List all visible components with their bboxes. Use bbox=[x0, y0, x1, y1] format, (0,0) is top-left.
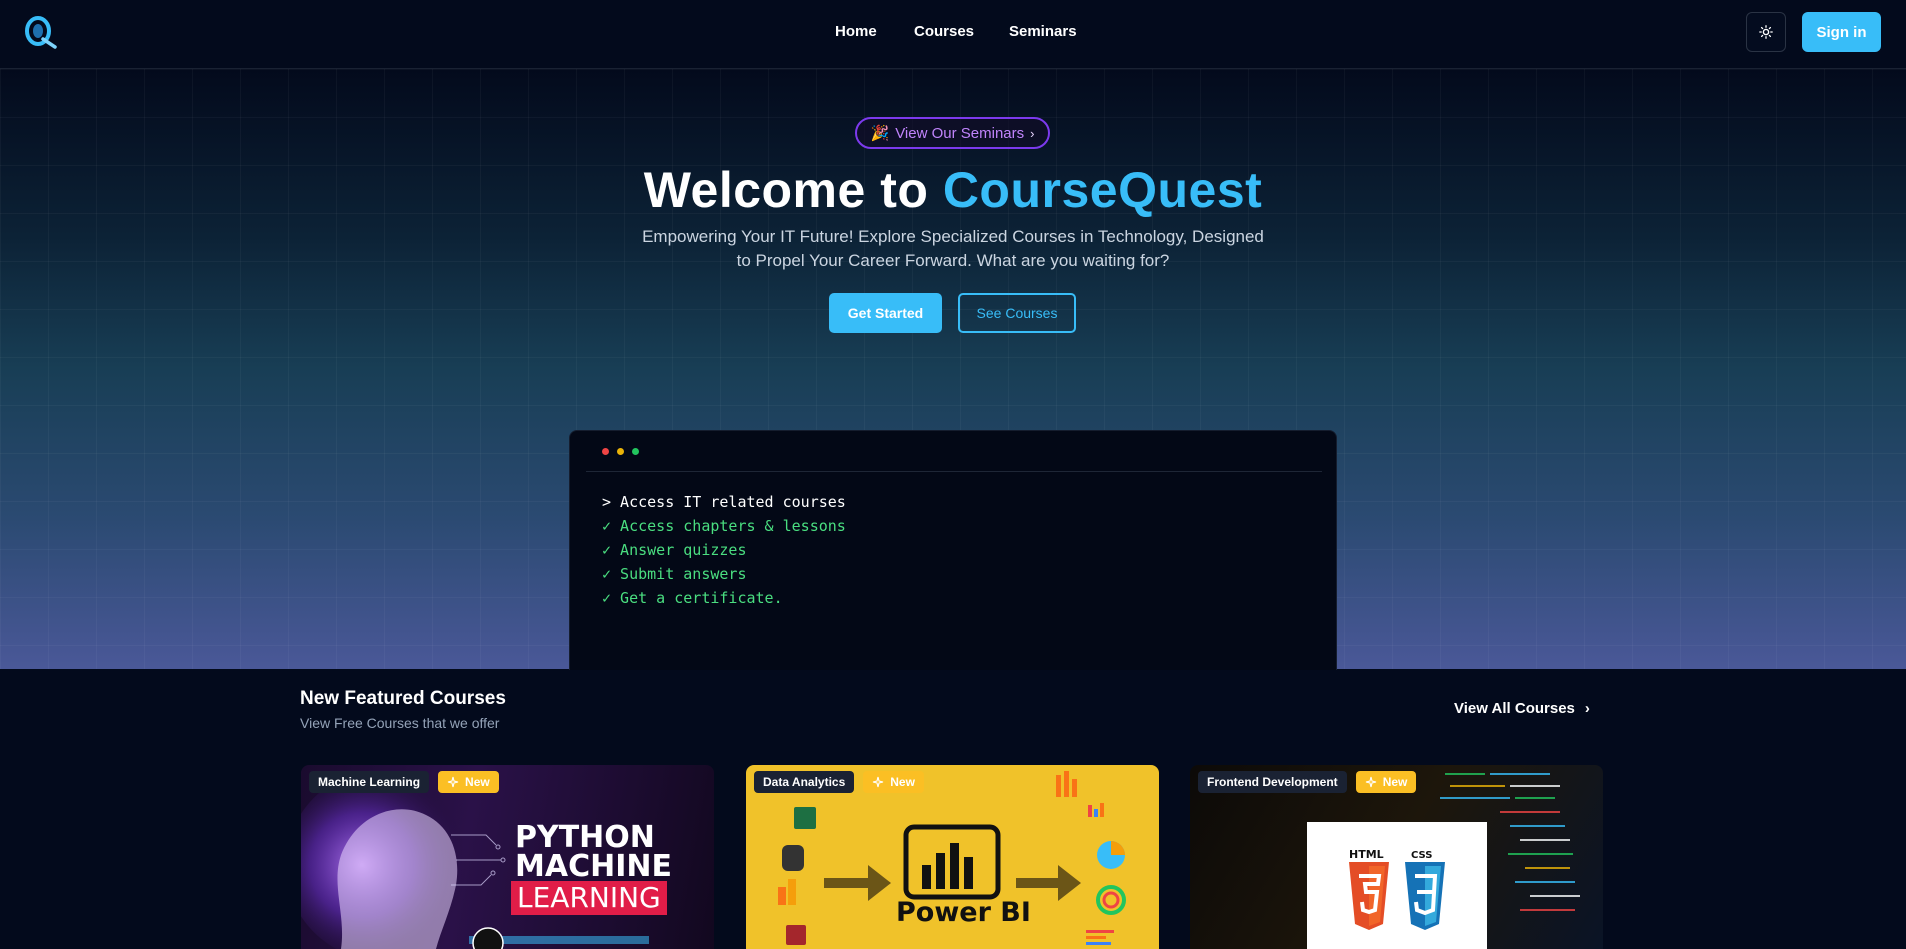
course-art-highlight: LEARNING bbox=[511, 881, 667, 915]
view-seminars-pill[interactable]: 🎉 View Our Seminars › bbox=[855, 117, 1050, 149]
coursequest-logo-icon[interactable] bbox=[23, 15, 57, 49]
close-dot bbox=[602, 448, 609, 455]
see-courses-button[interactable]: See Courses bbox=[958, 293, 1076, 333]
course-art-line: PYTHON bbox=[515, 820, 655, 855]
chevron-right-icon: › bbox=[1030, 125, 1035, 141]
html-label: HTML bbox=[1349, 848, 1384, 861]
html5-css3-icon bbox=[1349, 862, 1445, 930]
sign-in-button[interactable]: Sign in bbox=[1802, 12, 1881, 52]
hero-title-prefix: Welcome to bbox=[643, 162, 943, 218]
sparkles-icon bbox=[1365, 776, 1376, 787]
hero-title-brand: CourseQuest bbox=[942, 162, 1263, 218]
featured-courses-subtitle: View Free Courses that we offer bbox=[300, 715, 500, 731]
terminal-line: ✓ Answer quizzes bbox=[602, 541, 747, 559]
party-popper-icon: 🎉 bbox=[870, 125, 890, 142]
terminal-line: ✓ Access chapters & lessons bbox=[602, 517, 846, 535]
course-art-title: PYTHON MACHINE bbox=[515, 820, 672, 884]
html-css-logo-panel: HTML CSS bbox=[1307, 822, 1487, 949]
new-badge: New bbox=[1355, 771, 1417, 793]
main-nav: Home Courses Seminars bbox=[0, 0, 1906, 69]
terminal-line: ✓ Submit answers bbox=[602, 565, 747, 583]
course-badges: Data Analytics New bbox=[754, 771, 924, 793]
view-seminars-label: View Our Seminars bbox=[895, 124, 1025, 142]
nav-courses[interactable]: Courses bbox=[914, 23, 974, 40]
view-all-courses-label: View All Courses bbox=[1454, 700, 1575, 717]
new-badge: New bbox=[863, 771, 924, 793]
theme-toggle-button[interactable] bbox=[1746, 12, 1786, 52]
category-badge: Machine Learning bbox=[309, 771, 430, 793]
category-badge: Frontend Development bbox=[1198, 771, 1347, 793]
course-card-data-analytics[interactable]: Data Analytics New Power BI bbox=[746, 765, 1159, 949]
new-badge-label: New bbox=[890, 775, 915, 789]
hero-subtitle: Empowering Your IT Future! Explore Speci… bbox=[642, 227, 1264, 270]
get-started-button[interactable]: Get Started bbox=[829, 293, 942, 333]
category-badge: Data Analytics bbox=[754, 771, 855, 793]
terminal-divider bbox=[586, 471, 1322, 472]
minimize-dot bbox=[617, 448, 624, 455]
css-label: CSS bbox=[1411, 850, 1433, 861]
terminal-window: > Access IT related courses ✓ Access cha… bbox=[569, 430, 1337, 670]
new-badge: New bbox=[438, 771, 499, 793]
view-all-courses-link[interactable]: View All Courses › bbox=[1454, 700, 1590, 717]
terminal-output: > Access IT related courses ✓ Access cha… bbox=[602, 490, 846, 610]
terminal-window-controls bbox=[602, 448, 639, 455]
featured-courses-title: New Featured Courses bbox=[300, 688, 506, 709]
sun-icon bbox=[1759, 25, 1773, 39]
course-card-frontend-development[interactable]: HTML CSS Frontend Development New bbox=[1190, 765, 1603, 949]
course-badges: Machine Learning New bbox=[309, 771, 499, 793]
sparkles-icon bbox=[447, 776, 459, 787]
nav-home[interactable]: Home bbox=[835, 23, 877, 40]
course-art-line: MACHINE bbox=[515, 849, 672, 884]
course-badges: Frontend Development New bbox=[1198, 771, 1417, 793]
chevron-right-icon: › bbox=[1584, 700, 1590, 717]
new-badge-label: New bbox=[1382, 775, 1408, 789]
course-card-machine-learning[interactable]: Machine Learning New PYTHON MACHINE LEAR… bbox=[301, 765, 714, 949]
navbar: Home Courses Seminars Sign in bbox=[0, 0, 1906, 69]
terminal-line: > Access IT related courses bbox=[602, 493, 846, 511]
nav-seminars[interactable]: Seminars bbox=[1009, 23, 1077, 40]
maximize-dot bbox=[632, 448, 639, 455]
course-art-title: Power BI bbox=[896, 897, 1031, 928]
sparkles-icon bbox=[873, 776, 884, 787]
new-badge-label: New bbox=[465, 775, 490, 789]
terminal-line: ✓ Get a certificate. bbox=[602, 589, 783, 607]
hero-title: Welcome to CourseQuest bbox=[0, 161, 1906, 219]
